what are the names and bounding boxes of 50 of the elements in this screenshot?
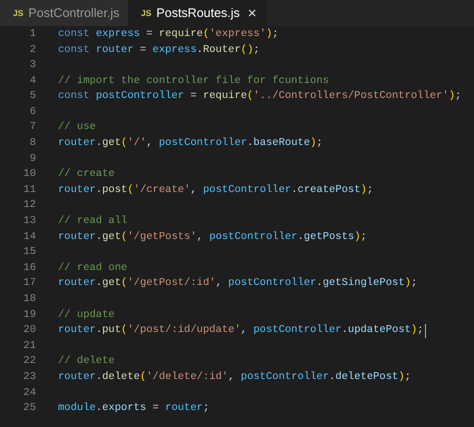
line-number: 14: [22, 230, 36, 245]
line-number: 3: [28, 58, 36, 74]
line-number: 18: [22, 292, 36, 308]
line-number: 4: [28, 74, 36, 89]
code-line: // delete: [58, 354, 115, 370]
line-number: 17: [22, 276, 36, 292]
code-line: router.get('/getPost/:id', postController.getSinglePost);: [58, 276, 418, 292]
line-number: 13: [22, 214, 36, 230]
code-line: const router = express.Router();: [58, 42, 260, 58]
editor-tab[interactable]: JS PostsRoutes.js ×: [128, 0, 267, 26]
code-line: // update: [58, 308, 115, 323]
code-line: // create: [58, 167, 115, 182]
code-line: router.put('/post/:id/update', postController.updatePost);: [58, 323, 424, 338]
code-line: module.exports = router;: [58, 401, 210, 416]
code-line: router.get('/', postController.baseRoute);: [58, 136, 323, 152]
line-number: 9: [28, 152, 36, 167]
line-number: 11: [22, 182, 36, 198]
code-line: const express = require('express');: [58, 26, 279, 42]
editor-tab[interactable]: JS PostController.js: [0, 0, 128, 26]
tab-label: PostsRoutes.js: [156, 4, 240, 22]
text-cursor: [424, 324, 426, 338]
line-number: 10: [22, 167, 36, 182]
line-number: 23: [22, 370, 36, 385]
line-number: 22: [22, 354, 36, 370]
line-number: 20: [22, 323, 36, 338]
line-number: 7: [28, 120, 36, 136]
line-number: 24: [22, 386, 36, 401]
javascript-file-icon: JS: [13, 6, 24, 20]
line-number: 15: [22, 245, 36, 260]
line-number: 8: [28, 136, 36, 152]
code-line: // import the controller file for fcuntions: [58, 74, 329, 89]
line-number: 16: [22, 260, 36, 276]
line-number: 5: [28, 89, 36, 104]
line-number: 6: [28, 104, 36, 120]
line-number: 25: [22, 401, 36, 416]
close-icon[interactable]: ×: [248, 6, 257, 20]
javascript-file-icon: JS: [141, 6, 152, 20]
line-number: 19: [22, 308, 36, 323]
code-line: const postController = require('../Controllers/PostController');: [58, 89, 462, 104]
tab-label: PostController.js: [28, 4, 120, 22]
code-line: // read one: [58, 260, 128, 276]
line-number: 1: [28, 26, 36, 42]
line-number: 2: [28, 42, 36, 58]
code-line: // use: [58, 120, 96, 136]
code-line: router.delete('/delete/:id', postController.deletePost);: [58, 370, 411, 385]
line-number: 21: [22, 338, 36, 354]
line-number: 12: [22, 198, 36, 214]
code-line: router.get('/getPosts', postController.getPosts);: [58, 230, 367, 245]
code-line: // read all: [58, 214, 128, 230]
code-line: router.post('/create', postController.createPost);: [58, 182, 374, 198]
